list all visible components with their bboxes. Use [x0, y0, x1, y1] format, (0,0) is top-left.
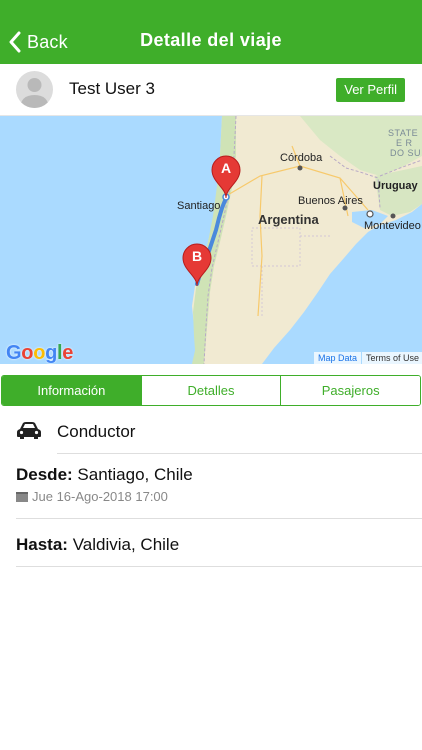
map-label-state-3: DO SU	[390, 148, 422, 158]
tab-detalles[interactable]: Detalles	[140, 376, 281, 405]
map-label-cordoba: Córdoba	[280, 152, 323, 164]
map-data-link[interactable]: Map Data	[314, 352, 362, 364]
map-view[interactable]: A B Córdoba Santiago Argentina Buenos Ai…	[0, 116, 422, 364]
marker-b-label: B	[191, 248, 203, 264]
nav-bar: Back Detalle del viaje	[0, 0, 422, 64]
user-silhouette-icon	[20, 78, 49, 108]
calendar-icon	[16, 492, 28, 502]
google-logo: Google	[6, 342, 74, 364]
tab-informacion[interactable]: Información	[2, 376, 141, 405]
driver-label: Conductor	[57, 422, 136, 441]
map-label-buenos-aires: Buenos Aires	[298, 195, 363, 207]
terms-of-use-link[interactable]: Terms of Use	[362, 352, 422, 364]
destination-label: Hasta:	[16, 535, 68, 554]
driver-row: Conductor	[0, 406, 422, 454]
origin-label: Desde:	[16, 465, 73, 484]
map-label-argentina: Argentina	[258, 212, 319, 227]
page-title: Detalle del viaje	[140, 30, 282, 50]
departure-date-row: Jue 16-Ago-2018 17:00	[16, 489, 168, 504]
divider	[16, 566, 422, 567]
map-label-montevideo: Montevideo	[364, 220, 421, 232]
marker-a-label: A	[220, 160, 232, 176]
user-name: Test User 3	[69, 79, 155, 98]
view-profile-button[interactable]: Ver Perfil	[336, 78, 405, 102]
car-icon	[17, 422, 41, 439]
map-label-state-2: E R	[396, 138, 413, 148]
tab-pasajeros[interactable]: Pasajeros	[280, 376, 420, 405]
map-label-uruguay: Uruguay	[373, 180, 418, 192]
destination-value: Valdivia, Chile	[72, 535, 180, 554]
origin-row: Desde: Santiago, Chile	[16, 465, 193, 485]
segmented-tabs: Información Detalles Pasajeros	[1, 375, 421, 406]
avatar	[16, 71, 53, 108]
map-label-state-1: STATE	[388, 128, 419, 138]
destination-row: Hasta: Valdivia, Chile	[16, 535, 179, 555]
departure-date: Jue 16-Ago-2018 17:00	[32, 489, 168, 504]
origin-value: Santiago, Chile	[77, 465, 193, 484]
map-canvas	[0, 116, 422, 364]
user-row: Test User 3 Ver Perfil	[0, 64, 422, 116]
map-label-santiago: Santiago	[177, 200, 221, 212]
divider	[57, 453, 422, 454]
divider	[16, 518, 422, 519]
